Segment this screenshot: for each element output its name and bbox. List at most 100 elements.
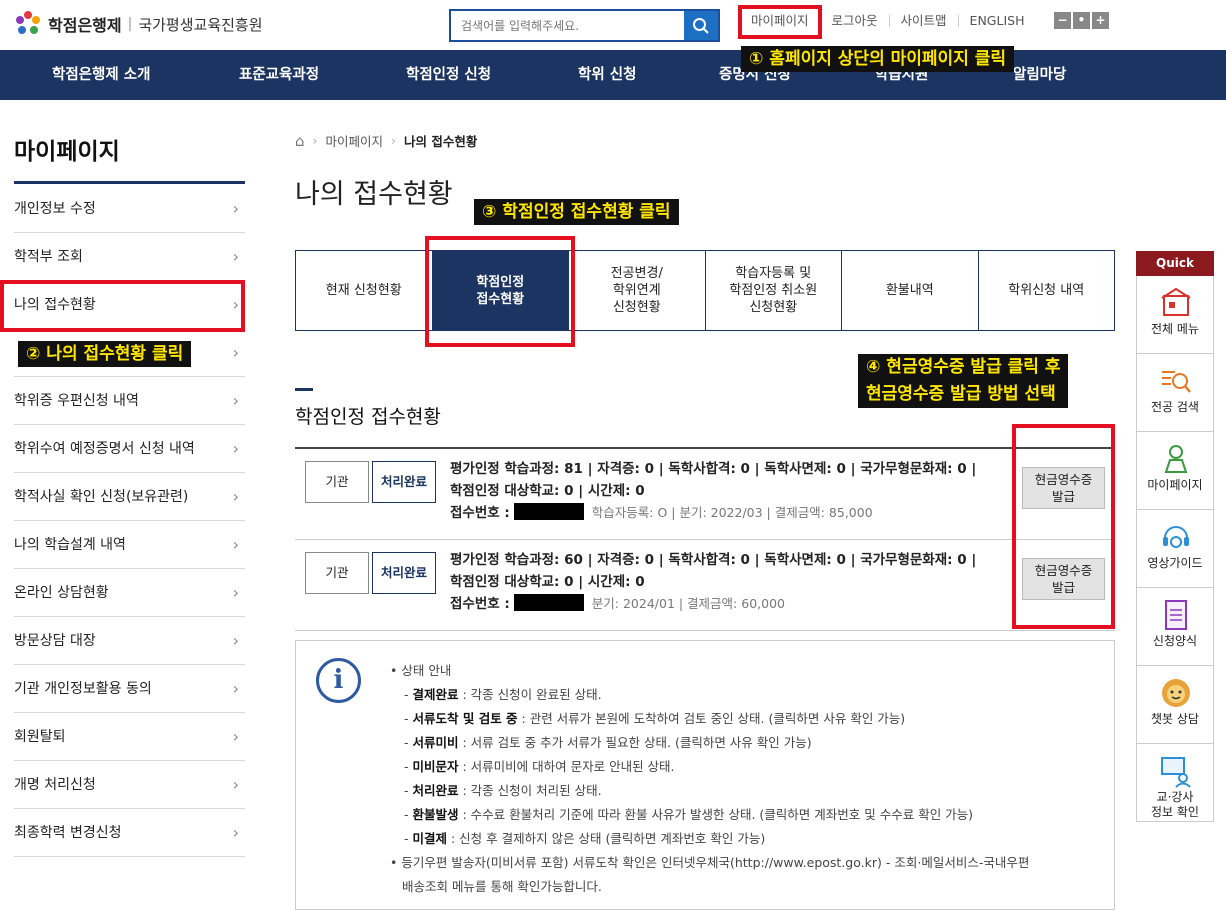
user-map-icon [1164,445,1188,473]
receipt-label: 접수번호 : [450,505,510,521]
search-input[interactable] [451,11,684,40]
quick-forms[interactable]: 신청양식 [1136,588,1214,666]
quick-label: 마이페이지 [1147,478,1203,492]
status-badge[interactable]: 처리완료 [372,552,436,594]
quick-video-guide[interactable]: 영상가이드 [1136,510,1214,588]
sidebar-item-study-plan[interactable]: 나의 학습설계 내역 › [14,521,245,569]
logo-text: 학점은행제 [48,16,122,35]
nav-curriculum[interactable]: 표준교육과정 [239,50,319,100]
status-line: - 미결제 : 신청 후 결제하지 않은 상태 (클릭하면 계좌번호 확인 가능… [404,831,766,846]
site-header: 학점은행제 | 국가평생교육진흥원 마이페이지 로그아웃 사이트맵 ENGLIS… [0,0,1226,50]
search-list-icon [1162,371,1191,393]
application-record: 기관 처리완료 평가인정 학습과정: 81 | 자격증: 0 | 독학사합격: … [295,449,1115,540]
chevron-right-icon: › [232,631,239,650]
zoom-reset-button[interactable]: • [1073,12,1090,29]
callout-step-2: ② 나의 접수현황 클릭 [18,341,192,367]
sidebar-item-privacy-consent[interactable]: 기관 개인정보활용 동의 › [14,665,245,713]
tab-major-change[interactable]: 전공변경/ 학위연계 신청현황 [568,251,705,330]
breadcrumb-mypage[interactable]: 마이페이지 [326,131,384,150]
status-desc: : 서류 검토 중 추가 서류가 필요한 상태. (클릭하면 사유 확인 가능) [458,735,812,750]
page-title: 나의 접수현황 [295,179,453,210]
institution-badge: 기관 [305,552,369,594]
tab-degree-applications[interactable]: 학위신청 내역 [977,251,1115,330]
sidebar-divider [14,181,245,184]
quick-mypage[interactable]: 마이페이지 [1136,432,1214,510]
chevron-right-icon: › [232,583,239,602]
english-link[interactable]: ENGLISH [957,14,1036,27]
home-menu-icon [1161,287,1191,316]
quick-label: 신청양식 [1152,634,1198,648]
redacted-receipt-number [513,502,584,520]
zoom-out-button[interactable]: − [1054,12,1071,29]
logout-link[interactable]: 로그아웃 [819,14,889,27]
quick-major-search[interactable]: 전공 검색 [1136,354,1214,432]
sidebar-item-name-change[interactable]: 개명 처리신청 › [14,761,245,809]
site-logo[interactable]: 학점은행제 | 국가평생교육진흥원 [14,9,263,39]
status-line: - 처리완료 : 각종 신청이 처리된 상태. [404,783,602,798]
breadcrumb-current: 나의 접수현황 [404,134,478,149]
sidebar-item-label: 학위수여 예정증명서 신청 내역 [14,441,195,457]
sitemap-link[interactable]: 사이트맵 [888,14,958,27]
institution-badge: 기관 [305,461,369,503]
sidebar-item-academic-confirm[interactable]: 학적사실 확인 신청(보유관련) › [14,473,245,521]
record-credits-line: 평가인정 학습과정: 81 | 자격증: 0 | 독학사합격: 0 | 독학사면… [450,461,977,477]
sidebar-item-visit-consult[interactable]: 방문상담 대장 › [14,617,245,665]
quick-menu-title: Quick Menu [1136,251,1214,295]
highlight-credit-tab [425,236,575,347]
sidebar-item-label: 방문상담 대장 [14,633,96,649]
status-desc: : 관련 서류가 본원에 도착하여 검토 중인 상태. (클릭하면 사유 확인 … [517,711,906,726]
logo-separator: | [127,16,133,32]
sidebar-item-expected-degree-cert[interactable]: 학위수여 예정증명서 신청 내역 › [14,425,245,473]
nav-degree-apply[interactable]: 학위 신청 [578,50,636,100]
chatbot-lion-icon [1162,679,1190,707]
quick-menu: Quick Menu 전체 메뉴 전공 검색 마이페이지 영상가이드 신청양식 … [1136,251,1214,822]
sidebar-item-label: 학위증 우편신청 내역 [14,393,139,409]
form-document-icon [1165,600,1187,630]
headset-icon [1163,526,1189,548]
main-navigation: 학점은행제 소개 표준교육과정 학점인정 신청 학위 신청 증명서 신청 학습지… [0,50,1226,100]
status-desc: : 신청 후 결제하지 않은 상태 (클릭하면 계좌번호 확인 가능) [447,831,766,846]
chevron-right-icon: › [232,775,239,794]
chevron-right-icon: › [232,727,239,746]
status-desc: : 수수료 환불처리 기준에 따라 환불 사유가 발생한 상태. (클릭하면 계… [458,807,974,822]
sidebar-title: 마이페이지 [14,139,120,165]
section-accent-bar [295,388,313,391]
quick-instructor-info[interactable]: 교·강사 정보 확인 [1136,744,1214,822]
status-badge[interactable]: 처리완료 [372,461,436,503]
highlight-cash-receipt-buttons [1012,424,1115,629]
sidebar-item-withdraw[interactable]: 회원탈퇴 › [14,713,245,761]
sidebar-item-transcript[interactable]: 학적부 조회 › [14,233,245,281]
nav-notice[interactable]: 알림마당 [1013,50,1066,100]
nav-intro[interactable]: 학점은행제 소개 [52,50,150,100]
search-icon [693,17,709,34]
quick-all-menu[interactable]: 전체 메뉴 [1136,276,1214,354]
chevron-right-icon: › [232,439,239,458]
sidebar-item-online-consult[interactable]: 온라인 상담현황 › [14,569,245,617]
sidebar-item-profile[interactable]: 개인정보 수정 › [14,185,245,233]
tab-refunds[interactable]: 환불내역 [841,251,978,330]
chevron-right-icon: › [232,343,239,362]
sidebar-item-label: 개인정보 수정 [14,201,96,217]
tab-registration-cancel[interactable]: 학습자등록 및 학점인정 취소원 신청현황 [704,251,842,330]
search-button[interactable] [684,11,718,40]
nav-credit-apply[interactable]: 학점인정 신청 [406,50,491,100]
record-meta-line: 접수번호 : 분기: 2024/01 | 결제금액: 60,000 [450,592,785,612]
zoom-in-button[interactable]: + [1092,12,1109,29]
sidebar-item-diploma-mail[interactable]: 학위증 우편신청 내역 › [14,377,245,425]
zoom-controls: − • + [1054,12,1109,29]
status-name: 서류도착 및 검토 중 [412,711,518,726]
sidebar-item-education-change[interactable]: 최종학력 변경신청 › [14,809,245,857]
sidebar-item-label: 개명 처리신청 [14,777,96,793]
home-icon[interactable]: ⌂ [295,132,305,150]
status-name: 처리완료 [412,783,459,798]
chevron-right-icon: › [232,391,239,410]
quick-chatbot[interactable]: 챗봇 상담 [1136,666,1214,744]
tab-current-applications[interactable]: 현재 신청현황 [296,251,432,330]
callout-step-1: ① 홈페이지 상단의 마이페이지 클릭 [741,46,1015,72]
sidebar-item-label: 온라인 상담현황 [14,585,109,601]
breadcrumb: ⌂ › 마이페이지 › 나의 접수현황 [295,131,477,150]
callout-step-4-line2: 현금영수증 발급 방법 선택 [866,384,1056,404]
record-meta: 분기: 2024/01 | 결제금액: 60,000 [591,595,785,611]
quick-label: 교·강사 정보 확인 [1151,790,1199,819]
instructor-board-icon [1161,757,1191,788]
